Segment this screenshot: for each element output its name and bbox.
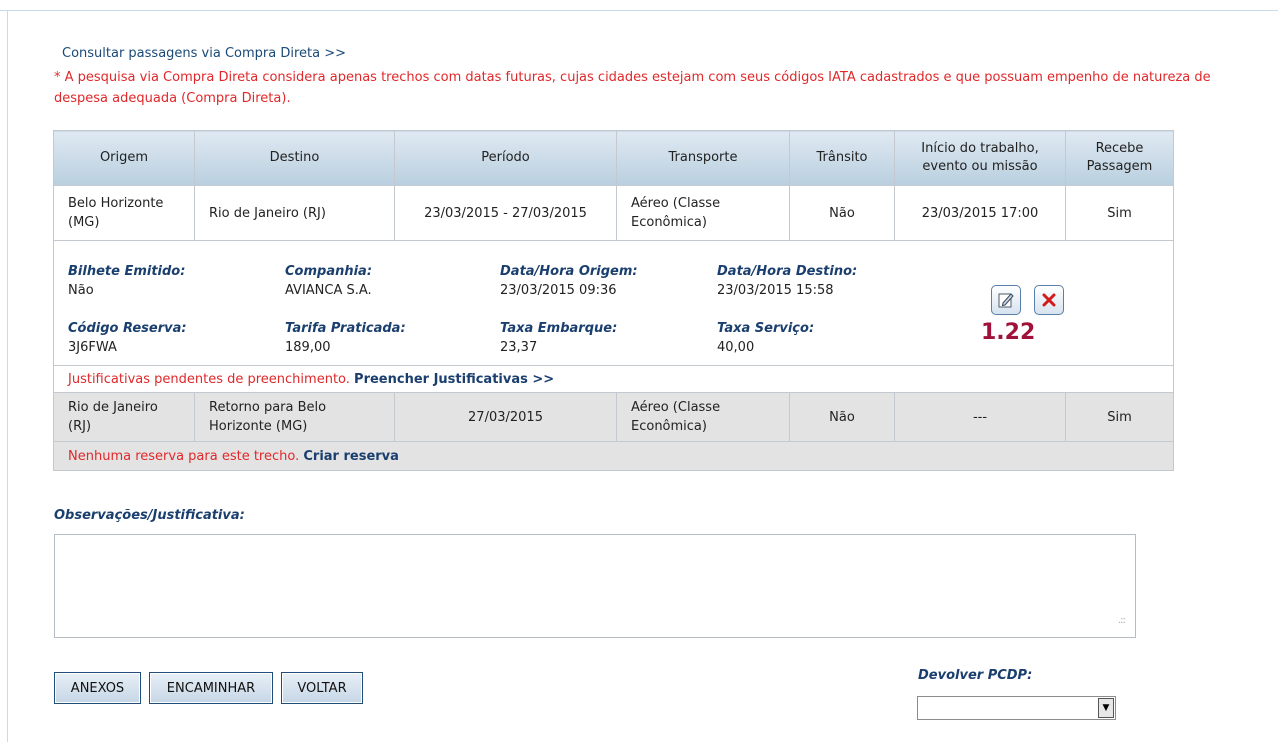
consult-direct-purchase-link[interactable]: Consultar passagens via Compra Direta >> [62,46,346,61]
observations-textarea[interactable] [54,534,1136,638]
cell-transporte: Aéreo (Classe Econômica) [616,392,790,442]
delete-icon [1042,293,1056,307]
fill-justification-link[interactable]: Preencher Justificativas >> [354,372,554,387]
field-data-destino: Data/Hora Destino: 23/03/2015 15:58 [717,262,857,300]
field-codigo-reserva: Código Reserva: 3J6FWA [68,319,187,357]
reservation-detail: Bilhete Emitido: Não Companhia: AVIANCA … [54,241,1173,365]
cell-recebe: Sim [1065,392,1174,442]
field-value: 40,00 [717,340,755,355]
field-taxa-embarque: Taxa Embarque: 23,37 [500,319,617,357]
field-label: Taxa Serviço: [717,321,815,336]
no-reservation-row: Nenhuma reserva para este trecho. Criar … [53,441,1174,471]
table-header-row: Origem Destino Período Transporte Trânsi… [53,130,1174,186]
cell-transito: Não [789,185,895,241]
field-taxa-servico: Taxa Serviço: 40,00 [717,319,814,357]
field-tarifa: Tarifa Praticada: 189,00 [285,319,406,357]
devolver-pcdp-label: Devolver PCDP: [918,668,1033,683]
table-row: Rio de Janeiro (RJ) Retorno para Belo Ho… [53,392,1174,442]
cell-periodo: 23/03/2015 - 27/03/2015 [394,185,617,241]
col-header-origem: Origem [53,130,195,186]
cell-transporte: Aéreo (Classe Econômica) [616,185,790,241]
reservation-detail-row: Bilhete Emitido: Não Companhia: AVIANCA … [53,240,1174,366]
field-label: Tarifa Praticada: [285,321,406,336]
anexos-button[interactable]: ANEXOS [54,672,141,704]
col-header-destino: Destino [194,130,395,186]
cell-recebe: Sim [1065,185,1174,241]
no-reservation-text: Nenhuma reserva para este trecho. [68,448,300,464]
direct-purchase-note: * A pesquisa via Compra Direta considera… [54,70,1211,106]
col-header-transito: Trânsito [789,130,895,186]
field-bilhete: Bilhete Emitido: Não [68,262,185,300]
resize-grip-icon[interactable]: .:: [1118,615,1126,626]
trechos-table: Origem Destino Período Transporte Trânsi… [53,130,1174,471]
cell-origem: Rio de Janeiro (RJ) [53,392,195,442]
observations-label: Observações/Justificativa: [54,508,245,523]
col-header-periodo: Período [394,130,617,186]
frame-left-border [7,10,8,742]
cell-periodo: 27/03/2015 [394,392,617,442]
devolver-pcdp-select[interactable]: ▼ [917,696,1116,720]
field-value: 23/03/2015 09:36 [500,283,617,298]
delete-reservation-button[interactable] [1034,285,1064,315]
pending-justification-text: Justificativas pendentes de preenchiment… [68,371,350,387]
field-value: AVIANCA S.A. [285,283,372,298]
field-label: Bilhete Emitido: [68,264,186,279]
field-label: Taxa Embarque: [500,321,618,336]
pending-justification-cell: Justificativas pendentes de preenchiment… [53,365,1174,393]
field-label: Código Reserva: [68,321,187,336]
cell-origem: Belo Horizonte (MG) [53,185,195,241]
create-reservation-link[interactable]: Criar reserva [303,449,399,464]
col-header-inicio: Início do trabalho, evento ou missão [894,130,1066,186]
cell-destino: Rio de Janeiro (RJ) [194,185,395,241]
pending-justification-row: Justificativas pendentes de preenchiment… [53,365,1174,393]
field-data-origem: Data/Hora Origem: 23/03/2015 09:36 [500,262,638,300]
encaminhar-button[interactable]: ENCAMINHAR [149,672,273,704]
field-value: Não [68,283,94,298]
edit-reservation-button[interactable] [991,285,1021,315]
frame-top-border [0,0,1278,11]
field-value: 189,00 [285,340,331,355]
voltar-button[interactable]: VOLTAR [281,672,363,704]
reservation-detail-cell: Bilhete Emitido: Não Companhia: AVIANCA … [53,240,1174,366]
cell-inicio: 23/03/2015 17:00 [894,185,1066,241]
field-value: 23/03/2015 15:58 [717,283,834,298]
cell-destino: Retorno para Belo Horizonte (MG) [194,392,395,442]
dropdown-arrow-icon[interactable]: ▼ [1098,698,1114,718]
cell-transito: Não [789,392,895,442]
field-value: 23,37 [500,340,538,355]
field-value: 3J6FWA [68,340,117,355]
col-header-recebe: Recebe Passagem [1065,130,1174,186]
table-row: Belo Horizonte (MG) Rio de Janeiro (RJ) … [53,185,1174,241]
cell-inicio: --- [894,392,1066,442]
col-header-transporte: Transporte [616,130,790,186]
field-label: Companhia: [285,264,373,279]
no-reservation-cell: Nenhuma reserva para este trecho. Criar … [53,441,1174,471]
edit-icon [998,293,1014,308]
field-companhia: Companhia: AVIANCA S.A. [285,262,372,300]
field-label: Data/Hora Origem: [500,264,638,279]
version-number: 1.22 [981,320,1036,345]
field-label: Data/Hora Destino: [717,264,858,279]
